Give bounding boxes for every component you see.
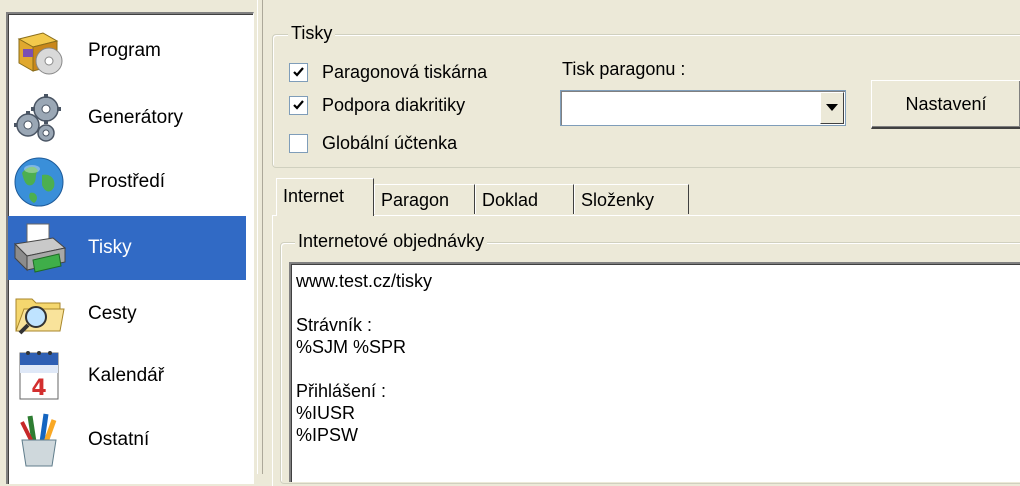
sidebar-item-label: Prostředí xyxy=(88,171,166,192)
printer-icon xyxy=(8,218,70,278)
diacritics-support-checkbox[interactable]: Podpora diakritiky xyxy=(289,92,465,118)
paragon-printer-checkbox[interactable]: Paragonová tiskárna xyxy=(289,59,487,85)
folder-search-icon xyxy=(8,284,70,344)
gears-icon xyxy=(8,88,70,148)
splitter[interactable] xyxy=(257,0,263,474)
text-line xyxy=(296,292,1020,314)
sidebar-item-label: Ostatní xyxy=(88,429,150,450)
text-line: www.test.cz/tisky xyxy=(296,271,433,291)
checkbox-label: Paragonová tiskárna xyxy=(322,61,488,82)
tab-internet[interactable]: Internet xyxy=(276,178,374,216)
internet-orders-textarea[interactable]: www.test.cz/tisky Strávník : %SJM %SPR P… xyxy=(289,262,1020,482)
tab-label: Internet xyxy=(283,186,345,206)
settings-button[interactable]: Nastavení xyxy=(871,80,1020,129)
checkbox-box[interactable] xyxy=(289,95,308,115)
svg-text:4: 4 xyxy=(31,376,46,401)
calendar-icon: 4 xyxy=(8,346,70,406)
chevron-down-icon[interactable] xyxy=(820,92,844,124)
text-line: %IPSW xyxy=(296,425,359,445)
sidebar-item-label: Cesty xyxy=(88,303,137,324)
text-line: Strávník : xyxy=(296,315,373,335)
sidebar-item-generatory[interactable]: Generátory xyxy=(8,86,246,150)
sidebar-item-label: Generátory xyxy=(88,107,184,128)
tab-slozenky[interactable]: Složenky xyxy=(574,184,689,214)
text-line: %SJM %SPR xyxy=(296,337,407,357)
checkbox-label: Podpora diakritiky xyxy=(322,94,466,115)
tab-doklad[interactable]: Doklad xyxy=(475,184,574,214)
sidebar-item-cesty[interactable]: Cesty xyxy=(8,282,246,346)
sidebar-item-program[interactable]: Program xyxy=(8,19,246,83)
sidebar-item-label: Program xyxy=(88,40,161,61)
checkbox-label: Globální účtenka xyxy=(322,132,458,153)
sidebar-item-tisky[interactable]: Tisky xyxy=(8,216,246,280)
global-receipt-checkbox[interactable]: Globální účtenka xyxy=(289,130,457,156)
settings-button-label: Nastavení xyxy=(905,93,987,114)
text-line: Přihlášení : xyxy=(296,381,387,401)
sidebar-item-label: Tisky xyxy=(88,237,132,258)
sidebar-item-prostredi[interactable]: Prostředí xyxy=(8,150,246,214)
internet-orders-legend: Internetové objednávky xyxy=(295,231,488,251)
print-receipt-label: Tisk paragonu : xyxy=(562,59,686,79)
checkbox-box[interactable] xyxy=(289,133,308,153)
tab-label: Složenky xyxy=(581,190,655,210)
pens-cup-icon xyxy=(8,410,70,470)
globe-icon xyxy=(8,152,70,212)
tab-label: Doklad xyxy=(482,190,539,210)
text-line: %IUSR xyxy=(296,403,356,423)
checkbox-box[interactable] xyxy=(289,62,308,82)
sidebar-item-ostatni[interactable]: Ostatní xyxy=(8,408,246,472)
sidebar: Program Generátory Prostředí Tisky Cesty… xyxy=(0,0,257,484)
program-box-disc-icon xyxy=(8,21,70,81)
text-line xyxy=(296,358,1020,380)
print-receipt-select[interactable] xyxy=(560,90,846,126)
tab-label: Paragon xyxy=(381,190,450,210)
tab-paragon[interactable]: Paragon xyxy=(374,184,475,214)
sidebar-item-kalendar[interactable]: 4 Kalendář xyxy=(8,344,246,408)
sidebar-item-label: Kalendář xyxy=(88,365,165,386)
tisky-group-legend: Tisky xyxy=(288,23,336,43)
